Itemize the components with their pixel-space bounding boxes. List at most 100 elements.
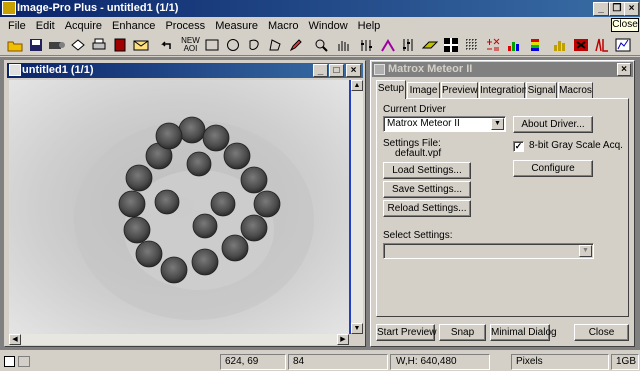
image-window-title: untitled1 (1/1) bbox=[22, 64, 94, 76]
status-bar: 624, 69 84 W,H: 640,480 Pixels 1GB bbox=[0, 352, 640, 371]
envelope-icon[interactable] bbox=[130, 35, 151, 55]
open-icon[interactable] bbox=[4, 35, 25, 55]
tab-integration[interactable]: Integration bbox=[479, 82, 527, 99]
status-intensity: 84 bbox=[288, 354, 388, 370]
menu-macro[interactable]: Macro bbox=[263, 20, 304, 32]
dialog-close-text-button[interactable]: Close bbox=[574, 324, 629, 341]
tab-preview[interactable]: Preview bbox=[441, 82, 478, 99]
measure-chart-icon[interactable] bbox=[549, 35, 570, 55]
settings-file-value: default.vpf bbox=[395, 148, 442, 159]
current-driver-label: Current Driver bbox=[383, 104, 446, 115]
gray-scale-checkbox[interactable]: ✓ bbox=[513, 141, 524, 152]
tab-signal[interactable]: Signal bbox=[526, 82, 557, 99]
menu-process[interactable]: Process bbox=[160, 20, 210, 32]
matrix-icon[interactable] bbox=[461, 35, 482, 55]
image-minimize-button[interactable]: _ bbox=[313, 64, 328, 77]
pencil-icon[interactable] bbox=[285, 35, 306, 55]
close-button[interactable]: × bbox=[624, 2, 639, 16]
minimal-dialog-button[interactable]: Minimal Dialog bbox=[490, 324, 557, 341]
scroll-down-arrow-icon[interactable]: ▼ bbox=[351, 323, 363, 334]
dialog-close-button[interactable]: × bbox=[617, 63, 631, 76]
operations-icon[interactable] bbox=[482, 35, 503, 55]
app-icon[interactable] bbox=[2, 1, 16, 15]
about-driver-button[interactable]: About Driver... bbox=[513, 116, 593, 133]
main-toolbar: NEW AOI bbox=[0, 35, 640, 56]
configure-button[interactable]: Configure bbox=[513, 160, 593, 177]
scroll-right-arrow-icon[interactable]: ▶ bbox=[337, 334, 349, 345]
restore-button[interactable]: ❐ bbox=[609, 2, 625, 16]
polygon-tool-icon[interactable] bbox=[264, 35, 285, 55]
single-view-icon[interactable] bbox=[4, 356, 15, 367]
ellipse-tool-icon[interactable] bbox=[222, 35, 243, 55]
palette-icon[interactable] bbox=[524, 35, 545, 55]
driver-select-value: Matrox Meteor II bbox=[387, 118, 460, 129]
multi-view-icon[interactable] bbox=[18, 356, 30, 367]
status-size: W,H: 640,480 bbox=[396, 356, 457, 367]
image-close-button[interactable]: × bbox=[346, 64, 361, 77]
status-memory: 1GB bbox=[611, 354, 639, 370]
image-window[interactable]: untitled1 (1/1) _ □ × ▲ ▼ ◀ ▶ bbox=[4, 60, 366, 347]
status-units: Pixels bbox=[511, 354, 609, 370]
levels-icon[interactable] bbox=[398, 35, 419, 55]
tab-macros[interactable]: Macros bbox=[558, 82, 593, 99]
setup-tab-panel: Current Driver Matrox Meteor II ▼ About … bbox=[376, 98, 629, 317]
filter-icon[interactable] bbox=[419, 35, 440, 55]
scroll-left-arrow-icon[interactable]: ◀ bbox=[9, 334, 21, 345]
line-profile-icon[interactable] bbox=[591, 35, 612, 55]
rectangle-tool-icon[interactable] bbox=[201, 35, 222, 55]
image-vertical-scrollbar[interactable]: ▲ ▼ bbox=[349, 80, 363, 334]
scroll-up-arrow-icon[interactable]: ▲ bbox=[351, 80, 363, 91]
image-window-icon[interactable] bbox=[9, 64, 21, 76]
rotate-icon[interactable] bbox=[67, 35, 88, 55]
menu-measure[interactable]: Measure bbox=[210, 20, 263, 32]
count-icon[interactable] bbox=[570, 35, 591, 55]
dialog-title: Matrox Meteor II bbox=[388, 63, 473, 75]
snap-button[interactable]: Snap bbox=[439, 324, 486, 341]
dialog-icon bbox=[374, 64, 385, 75]
save-icon[interactable] bbox=[25, 35, 46, 55]
driver-select[interactable]: Matrox Meteor II ▼ bbox=[383, 116, 506, 132]
reload-settings-button[interactable]: Reload Settings... bbox=[383, 200, 471, 217]
tab-image[interactable]: Image bbox=[407, 82, 440, 99]
histogram-adjust-icon[interactable] bbox=[356, 35, 377, 55]
menu-bar: File Edit Acquire Enhance Process Measur… bbox=[0, 17, 640, 35]
app-title: Image-Pro Plus - untitled1 (1/1) bbox=[17, 2, 179, 14]
menu-help[interactable]: Help bbox=[353, 20, 386, 32]
load-settings-button[interactable]: Load Settings... bbox=[383, 162, 471, 179]
menu-edit[interactable]: Edit bbox=[31, 20, 60, 32]
menu-window[interactable]: Window bbox=[304, 20, 353, 32]
status-coordinates: 624, 69 bbox=[220, 354, 286, 370]
select-settings-label: Select Settings: bbox=[383, 230, 453, 241]
start-preview-button[interactable]: Start Preview bbox=[376, 324, 436, 341]
color-icon[interactable] bbox=[503, 35, 524, 55]
select-settings-dropdown[interactable]: ▼ bbox=[383, 243, 594, 259]
select-settings-arrow-icon[interactable]: ▼ bbox=[579, 245, 592, 257]
contrast-icon[interactable] bbox=[377, 35, 398, 55]
undo-icon[interactable] bbox=[155, 35, 176, 55]
menu-enhance[interactable]: Enhance bbox=[107, 20, 160, 32]
image-canvas[interactable] bbox=[9, 80, 349, 334]
new-aoi-button[interactable]: NEW AOI bbox=[180, 35, 201, 55]
menu-acquire[interactable]: Acquire bbox=[60, 20, 107, 32]
camera-icon[interactable] bbox=[46, 35, 67, 55]
dialog-title-bar[interactable]: Matrox Meteor II × bbox=[372, 62, 633, 77]
minimize-button[interactable]: _ bbox=[593, 2, 609, 16]
driver-dropdown-arrow-icon[interactable]: ▼ bbox=[491, 118, 504, 130]
app-title-bar: Image-Pro Plus - untitled1 (1/1) _ ❐ × bbox=[0, 0, 640, 17]
image-maximize-button[interactable]: □ bbox=[329, 64, 344, 77]
irregular-tool-icon[interactable] bbox=[243, 35, 264, 55]
menu-file[interactable]: File bbox=[3, 20, 31, 32]
save-settings-button[interactable]: Save Settings... bbox=[383, 181, 471, 198]
gray-scale-label: 8-bit Gray Scale Acq. bbox=[529, 140, 623, 151]
book-icon[interactable] bbox=[109, 35, 130, 55]
tab-setup[interactable]: Setup bbox=[376, 80, 406, 99]
image-window-title-bar[interactable]: untitled1 (1/1) _ □ × bbox=[7, 63, 363, 78]
hand-icon[interactable] bbox=[331, 35, 352, 55]
image-horizontal-scrollbar[interactable]: ◀ ▶ bbox=[9, 334, 349, 345]
print-icon[interactable] bbox=[88, 35, 109, 55]
close-tooltip: Close bbox=[611, 18, 639, 32]
bitmap-analysis-icon[interactable] bbox=[612, 35, 633, 55]
zoom-icon[interactable] bbox=[310, 35, 331, 55]
grid-icon[interactable] bbox=[440, 35, 461, 55]
matrox-meteor-dialog[interactable]: Matrox Meteor II × Setup Image Preview I… bbox=[370, 60, 635, 347]
